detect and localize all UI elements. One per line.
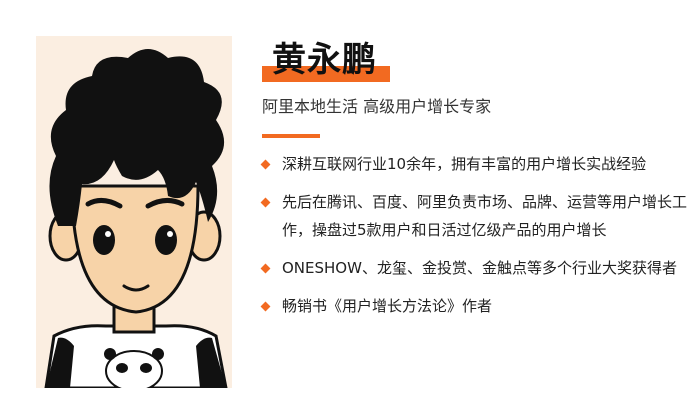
orange-diamond-icon [260, 159, 271, 170]
avatar [36, 36, 232, 388]
bio-item: 深耕互联网行业10余年，拥有丰富的用户增长实战经验 [258, 150, 688, 178]
bio-item-text: ONESHOW、龙玺、金投赏、金触点等多个行业大奖获得者 [282, 259, 677, 277]
cartoon-portrait-illustration [44, 49, 228, 388]
bio-item: 先后在腾讯、百度、阿里负责市场、品牌、运营等用户增长工作，操盘过5款用户和日活过… [258, 188, 688, 244]
bio-item: ONESHOW、龙玺、金投赏、金触点等多个行业大奖获得者 [258, 254, 688, 282]
bio-item: 畅销书《用户增长方法论》作者 [258, 292, 688, 320]
name-header: 黄永鹏 [262, 38, 402, 86]
speaker-name: 黄永鹏 [272, 40, 377, 80]
orange-diamond-icon [260, 197, 271, 208]
speaker-card: 黄永鹏 阿里本地生活 高级用户增长专家 深耕互联网行业10余年，拥有丰富的用户增… [0, 0, 700, 417]
bio-item-text: 畅销书《用户增长方法论》作者 [282, 297, 493, 315]
orange-diamond-icon [260, 263, 271, 274]
speaker-title: 阿里本地生活 高级用户增长专家 [262, 97, 492, 116]
accent-divider [262, 134, 320, 138]
orange-diamond-icon [260, 301, 271, 312]
bio-list: 深耕互联网行业10余年，拥有丰富的用户增长实战经验 先后在腾讯、百度、阿里负责市… [258, 150, 688, 330]
bio-item-text: 先后在腾讯、百度、阿里负责市场、品牌、运营等用户增长工作，操盘过5款用户和日活过… [282, 193, 688, 239]
bio-item-text: 深耕互联网行业10余年，拥有丰富的用户增长实战经验 [282, 155, 647, 173]
